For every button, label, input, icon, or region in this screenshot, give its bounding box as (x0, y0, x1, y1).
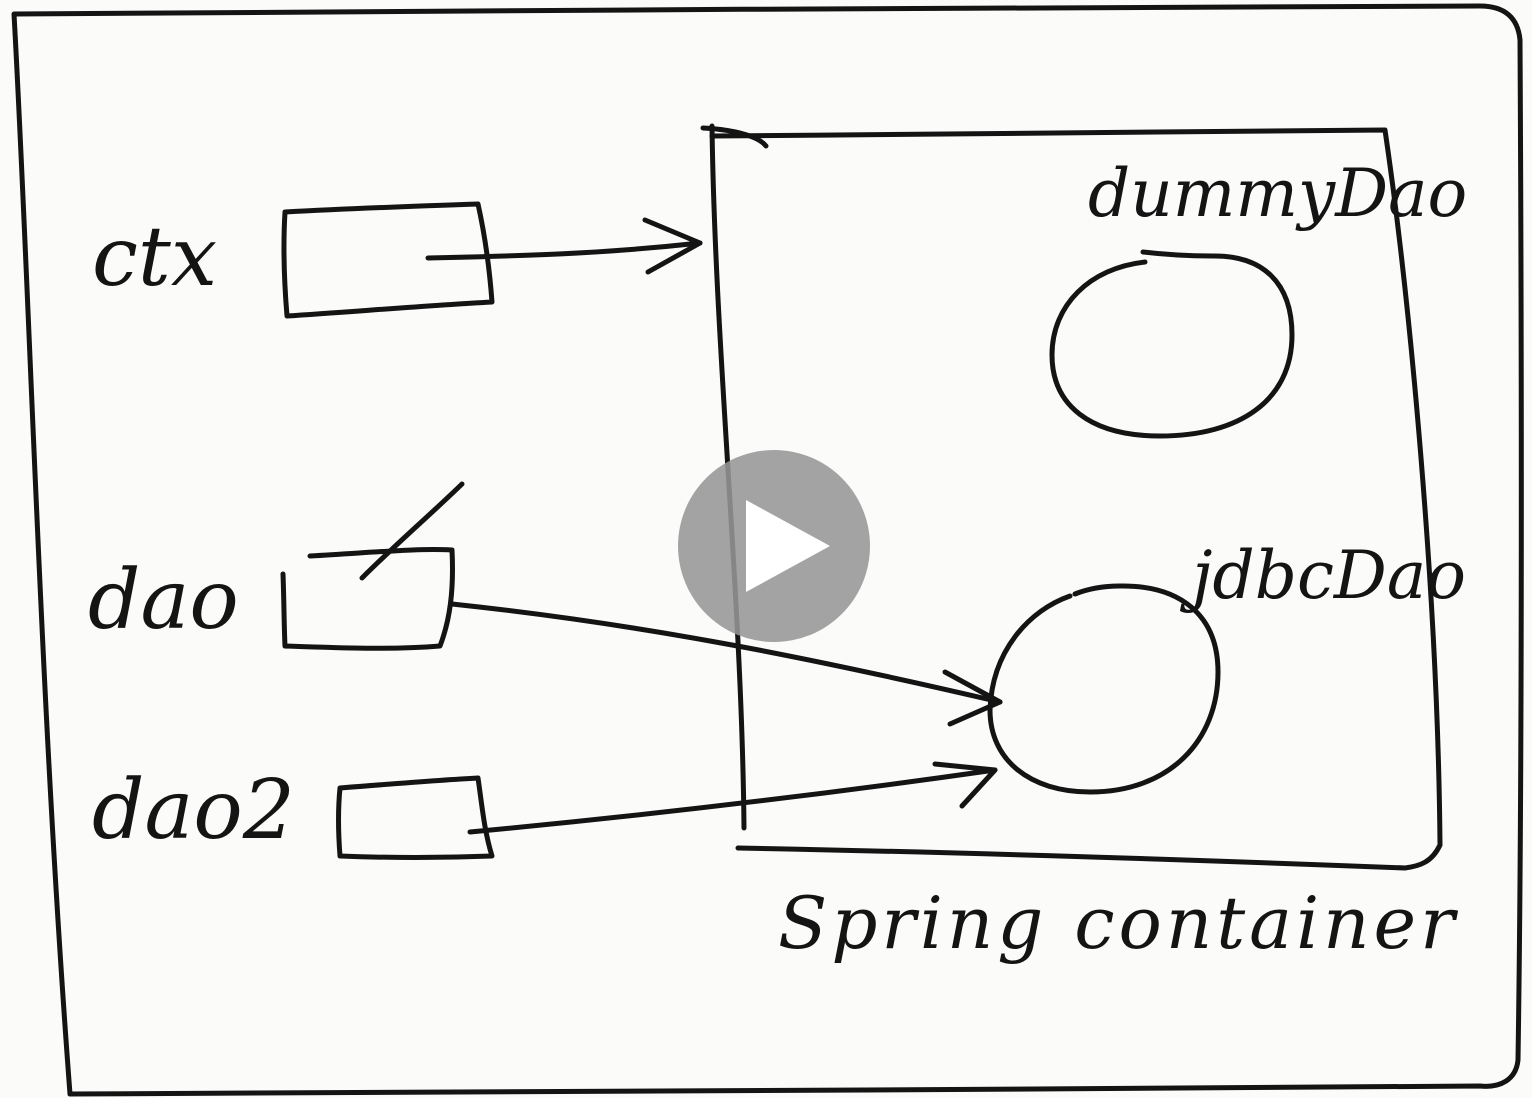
dao-reference-box (280, 546, 455, 651)
jdbc-dao-bean (987, 583, 1221, 795)
ctx-label: ctx (92, 210, 217, 305)
jdbc-dao-label: jdbcDao (1179, 537, 1466, 614)
spring-container-label: Spring container (778, 881, 1459, 965)
dummy-dao-bean (1049, 249, 1295, 439)
ctx-arrow (425, 240, 703, 261)
dao-crossed-out-reference (359, 481, 465, 581)
ctx-reference-box (281, 201, 495, 319)
dao2-arrow (467, 767, 998, 835)
dao-label: dao (88, 553, 239, 648)
dummy-dao-label: dummyDao (1088, 155, 1467, 232)
dao2-label: dao2 (92, 763, 295, 858)
play-button[interactable] (678, 450, 870, 642)
play-icon (746, 500, 830, 592)
dao2-reference-box (336, 775, 495, 860)
video-frame: ctx dao dao2 dummyDao jdbcDao Spring con… (0, 0, 1532, 1098)
